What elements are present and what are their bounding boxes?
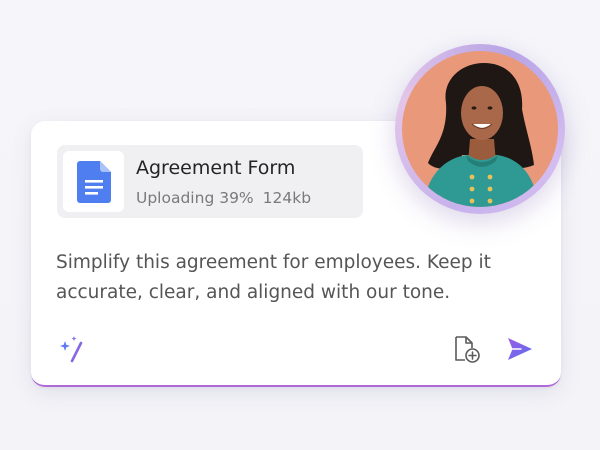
attachment-title: Agreement Form: [136, 157, 296, 179]
attach-file-button[interactable]: [451, 333, 483, 365]
add-file-icon: [455, 336, 480, 363]
google-doc-icon: [77, 161, 111, 203]
attachment-status: Uploading 39% 124kb: [136, 189, 311, 207]
stage: Agreement Form Uploading 39% 124kb Simpli…: [0, 0, 600, 450]
magic-wand-sparkle-icon: [60, 336, 83, 363]
user-avatar-photo: [402, 51, 558, 207]
send-button[interactable]: [504, 333, 536, 365]
user-avatar[interactable]: [395, 44, 565, 214]
attachment-thumbnail: [63, 151, 124, 212]
prompt-text[interactable]: Simplify this agreement for employees. K…: [56, 248, 526, 308]
magic-wand-button[interactable]: [57, 333, 89, 365]
upload-progress-label: Uploading 39%: [136, 189, 254, 207]
attachment-chip[interactable]: Agreement Form Uploading 39% 124kb: [57, 145, 363, 218]
avatar-photo: [402, 51, 558, 207]
attachment-size: 124kb: [262, 189, 312, 207]
send-icon: [508, 338, 532, 360]
